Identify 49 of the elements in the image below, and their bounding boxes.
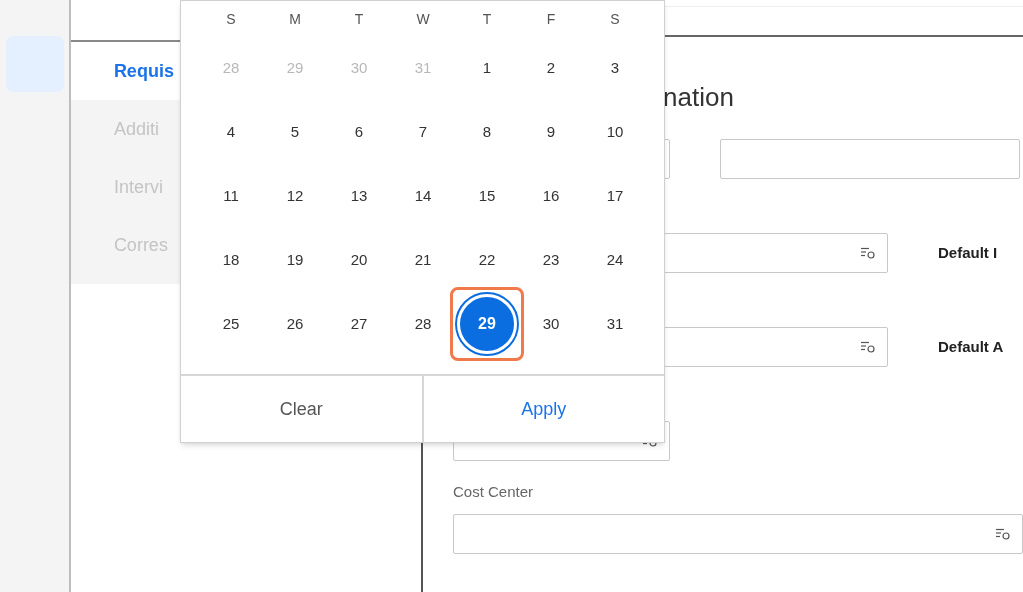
calendar-day[interactable]: 10: [606, 120, 624, 144]
lookup-icon[interactable]: [996, 527, 1010, 540]
input-field[interactable]: [453, 513, 1023, 554]
calendar-day[interactable]: 24: [606, 248, 624, 272]
weekday-label: M: [289, 10, 301, 29]
weekday-label: S: [226, 10, 236, 29]
field-label: Default A: [938, 336, 1004, 357]
lookup-icon[interactable]: [861, 341, 875, 353]
calendar-day[interactable]: 26: [286, 312, 304, 336]
section-title: nation: [663, 81, 735, 113]
calendar-day[interactable]: 1: [482, 56, 492, 80]
weekday-label: T: [482, 10, 492, 29]
calendar-day[interactable]: 5: [290, 120, 300, 144]
apply-button[interactable]: Apply: [421, 376, 664, 442]
calendar-day[interactable]: 17: [606, 184, 624, 208]
calendar-day[interactable]: 31: [606, 312, 624, 336]
calendar-day[interactable]: 18: [222, 248, 240, 272]
calendar-day[interactable]: 11: [223, 184, 239, 208]
weekday-label: F: [546, 10, 556, 29]
weekday-label: S: [610, 10, 620, 29]
calendar-day[interactable]: 8: [482, 120, 492, 144]
calendar-day[interactable]: 16: [542, 184, 560, 208]
calendar-day[interactable]: 6: [354, 120, 364, 144]
calendar-day[interactable]: 22: [478, 248, 496, 272]
calendar-day[interactable]: 15: [478, 184, 496, 208]
calendar-day[interactable]: 30: [542, 312, 560, 336]
calendar-day[interactable]: 28: [414, 312, 432, 336]
calendar-day[interactable]: 25: [222, 312, 240, 336]
calendar-day[interactable]: 2: [546, 56, 556, 80]
calendar-day[interactable]: 27: [350, 312, 368, 336]
calendar-day[interactable]: 9: [546, 120, 556, 144]
selected-day[interactable]: 29: [450, 287, 524, 361]
calendar-day[interactable]: 20: [350, 248, 368, 272]
field-label: Default I: [938, 242, 998, 263]
calendar-day[interactable]: 4: [226, 120, 236, 144]
weekday-label: T: [354, 10, 364, 29]
weekday-label: W: [416, 10, 430, 29]
calendar-day[interactable]: 7: [418, 120, 428, 144]
calendar-day[interactable]: 12: [286, 184, 304, 208]
field-label: Cost Center: [453, 482, 535, 502]
input-field[interactable]: [720, 139, 1020, 179]
calendar-day[interactable]: 3: [610, 56, 620, 80]
calendar-day[interactable]: 21: [414, 248, 432, 272]
clear-button[interactable]: Clear: [181, 376, 422, 442]
calendar-day[interactable]: 13: [350, 184, 368, 208]
calendar-day[interactable]: 19: [286, 248, 304, 272]
lookup-icon[interactable]: [861, 247, 875, 259]
calendar-day[interactable]: 23: [542, 248, 560, 272]
calendar-day[interactable]: 14: [414, 184, 432, 208]
